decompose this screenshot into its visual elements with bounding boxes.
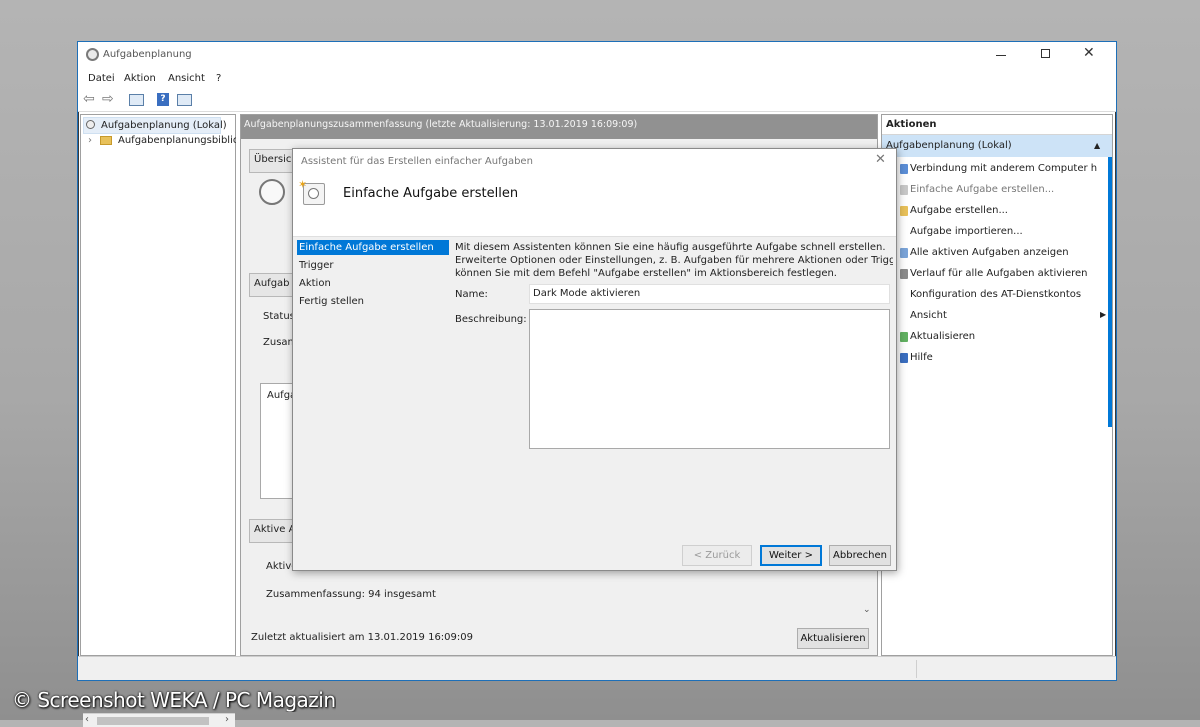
summary-header: Aufgabenplanungszusammenfassung (letzte … [241, 115, 877, 139]
help-icon [900, 353, 908, 363]
back-arrow-icon[interactable]: ⇦ [83, 91, 95, 107]
submenu-arrow-icon: ▶ [1100, 310, 1107, 319]
title-bar: Aufgabenplanung ✕ [78, 42, 1116, 70]
back-button: < Zurück [682, 545, 752, 566]
actions-scrollbar[interactable] [1108, 157, 1112, 427]
menu-ansicht[interactable]: Ansicht [168, 73, 205, 84]
action-create-task[interactable]: Aufgabe erstellen... [910, 202, 1008, 220]
menu-bar: Datei Aktion Ansicht ? [78, 70, 1116, 88]
actions-pane: Aktionen Aufgabenplanung (Lokal) ▲ Verbi… [881, 114, 1113, 656]
action-refresh[interactable]: Aktualisieren [910, 328, 975, 346]
computer-icon [900, 164, 908, 174]
tree-item-root-label: Aufgabenplanung (Lokal) [101, 120, 227, 131]
forward-arrow-icon[interactable]: ⇨ [102, 91, 114, 107]
summary-count: Zusammenfassung: 94 insgesamt [266, 589, 436, 600]
folder-icon [100, 136, 112, 145]
wizard-description-line3: können Sie mit dem Befehl "Aufgabe erste… [455, 268, 837, 279]
task-name-field[interactable]: Dark Mode aktivieren [529, 284, 890, 304]
description-textarea[interactable] [529, 309, 890, 449]
sparkle-icon: ✶ [298, 178, 308, 191]
action-connect-computer[interactable]: Verbindung mit anderem Computer h [910, 160, 1100, 178]
name-label: Name: [455, 289, 488, 300]
action-create-basic-task[interactable]: Einfache Aufgabe erstellen... [910, 181, 1054, 199]
clock-large-icon [259, 179, 285, 205]
menu-datei[interactable]: Datei [88, 73, 115, 84]
status-label: Status [263, 311, 295, 322]
action-enable-history[interactable]: Verlauf für alle Aufgaben aktivieren [910, 265, 1106, 283]
wizard-description-line1: Mit diesem Assistenten können Sie eine h… [455, 242, 886, 253]
task-icon [900, 185, 908, 195]
maximize-button[interactable] [1041, 49, 1050, 58]
wizard-description-line2: Erweiterte Optionen oder Einstellungen, … [455, 255, 893, 266]
action-at-service-config[interactable]: Konfiguration des AT-Dienstkontos [910, 286, 1106, 304]
history-icon [900, 269, 908, 279]
list-icon [900, 248, 908, 258]
action-view[interactable]: Ansicht [910, 307, 947, 325]
action-import-task[interactable]: Aufgabe importieren... [910, 223, 1023, 241]
actions-section-header[interactable]: Aufgabenplanung (Lokal) ▲ [882, 135, 1112, 157]
copyright-watermark: © Screenshot WEKA / PC Magazin [12, 688, 336, 712]
clock-icon [86, 120, 95, 129]
task-icon [900, 206, 908, 216]
action-pane-icon[interactable] [177, 94, 192, 106]
refresh-icon [900, 332, 908, 342]
tree-item-library-label: Aufgabenplanungsbibliot [118, 135, 236, 146]
wizard-step-finish[interactable]: Fertig stellen [297, 294, 449, 309]
actions-title: Aktionen [882, 115, 1112, 135]
description-label: Beschreibung: [455, 314, 527, 325]
wizard-heading: Einfache Aufgabe erstellen [343, 186, 519, 201]
navigation-tree: Aufgabenplanung (Lokal) › Aufgabenplanun… [80, 114, 236, 727]
tree-item-root[interactable]: Aufgabenplanung (Lokal) [83, 117, 227, 134]
actions-section-label: Aufgabenplanung (Lokal) [886, 140, 1012, 151]
horizontal-scrollbar[interactable]: ‹ › [83, 713, 235, 727]
menu-help[interactable]: ? [216, 73, 221, 84]
help-icon[interactable]: ? [157, 93, 169, 106]
action-show-running-tasks[interactable]: Alle aktiven Aufgaben anzeigen [910, 244, 1069, 262]
wizard-step-create[interactable]: Einfache Aufgabe erstellen [297, 240, 449, 255]
wizard-step-action[interactable]: Aktion [297, 276, 449, 291]
minimize-button[interactable] [996, 55, 1006, 56]
window-title: Aufgabenplanung [103, 49, 192, 60]
scroll-thumb[interactable] [97, 717, 209, 725]
wizard-title: Assistent für das Erstellen einfacher Au… [301, 156, 533, 167]
expand-chevron-icon[interactable]: › [88, 133, 92, 148]
tree-item-library[interactable]: › Aufgabenplanungsbibliot [83, 133, 236, 148]
wizard-step-trigger[interactable]: Trigger [297, 258, 449, 273]
clock-app-icon [86, 48, 99, 61]
action-help[interactable]: Hilfe [910, 349, 933, 367]
close-dialog-button[interactable]: ✕ [875, 152, 886, 167]
refresh-button[interactable]: Aktualisieren [797, 628, 869, 649]
status-divider [916, 660, 917, 678]
next-button[interactable]: Weiter > [760, 545, 822, 566]
collapse-triangle-icon[interactable]: ▲ [1094, 135, 1100, 157]
console-tree-icon[interactable] [129, 94, 144, 106]
toolbar: ⇦ ⇨ ? [78, 88, 1116, 112]
close-window-button[interactable]: ✕ [1083, 45, 1095, 61]
cancel-button[interactable]: Abbrechen [829, 545, 891, 566]
scroll-down-icon[interactable]: ⌄ [863, 605, 871, 615]
status-bar [78, 656, 1116, 680]
menu-aktion[interactable]: Aktion [124, 73, 156, 84]
basic-task-wizard-dialog: Assistent für das Erstellen einfacher Au… [292, 148, 897, 571]
last-updated-text: Zuletzt aktualisiert am 13.01.2019 16:09… [251, 632, 473, 643]
wizard-header: Assistent für das Erstellen einfacher Au… [293, 149, 896, 237]
clock-face-icon [308, 188, 319, 199]
